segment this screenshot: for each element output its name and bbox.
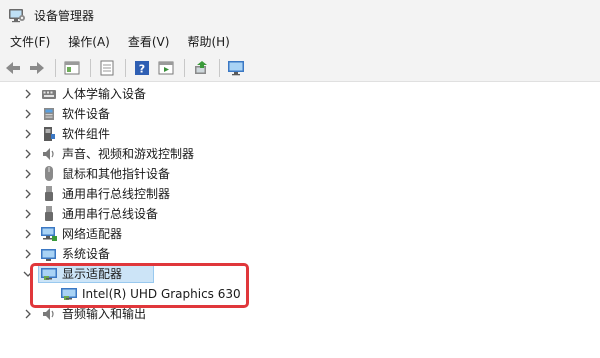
title-bar: 设备管理器 — [0, 0, 600, 30]
hid-icon — [40, 85, 58, 103]
properties-icon[interactable] — [96, 57, 118, 79]
device-tree: 人体学输入设备 软件设备 软件组件 声音、视频和游戏控制器 鼠标和其他指针设备 … — [0, 82, 600, 358]
toolbar-separator — [55, 58, 56, 77]
tree-item-network-adapters[interactable]: 网络适配器 — [0, 224, 600, 244]
usb-icon — [40, 185, 58, 203]
software-device-icon — [40, 105, 58, 123]
chevron-right-icon[interactable] — [22, 144, 34, 164]
toolbar-separator — [125, 58, 126, 77]
chevron-right-icon[interactable] — [22, 204, 34, 224]
chevron-right-icon[interactable] — [22, 104, 34, 124]
chevron-right-icon[interactable] — [22, 84, 34, 104]
chevron-right-icon[interactable] — [22, 164, 34, 184]
toolbar-separator — [219, 58, 220, 77]
speaker-icon — [40, 145, 58, 163]
device-manager-icon — [8, 7, 26, 23]
tree-item-label: 软件设备 — [62, 107, 111, 121]
monitor-scan-icon[interactable] — [225, 57, 247, 79]
chevron-right-icon[interactable] — [22, 244, 34, 264]
tree-item-label: 鼠标和其他指针设备 — [62, 167, 171, 181]
help-icon[interactable]: ? — [131, 57, 153, 79]
tree-item-label: 软件组件 — [62, 127, 111, 141]
tree-item-software-components[interactable]: 软件组件 — [0, 124, 600, 144]
tree-item-label: 人体学输入设备 — [62, 87, 147, 101]
network-icon — [40, 225, 58, 243]
menu-view[interactable]: 查看(V) — [122, 30, 176, 54]
software-component-icon — [40, 125, 58, 143]
tree-item-label: 网络适配器 — [62, 227, 123, 241]
show-hide-tree-icon[interactable] — [61, 57, 83, 79]
toolbar-separator — [90, 58, 91, 77]
update-driver-icon[interactable] — [190, 57, 212, 79]
tree-item-label: 通用串行总线设备 — [62, 207, 159, 221]
tree-item-usb-devices[interactable]: 通用串行总线设备 — [0, 204, 600, 224]
chevron-right-icon[interactable] — [22, 184, 34, 204]
tree-item-software-devices[interactable]: 软件设备 — [0, 104, 600, 124]
tree-item-label: 系统设备 — [62, 247, 111, 261]
svg-text:?: ? — [139, 62, 145, 75]
tree-item-mice[interactable]: 鼠标和其他指针设备 — [0, 164, 600, 184]
back-arrow-icon[interactable] — [2, 57, 24, 79]
mouse-icon — [40, 165, 58, 183]
tree-item-label: 声音、视频和游戏控制器 — [62, 147, 195, 161]
system-folder-icon — [40, 245, 58, 263]
menu-action[interactable]: 操作(A) — [62, 30, 116, 54]
menu-help[interactable]: 帮助(H) — [181, 30, 235, 54]
run-icon[interactable] — [155, 57, 177, 79]
window-title: 设备管理器 — [34, 8, 95, 23]
chevron-right-icon[interactable] — [22, 124, 34, 144]
tree-item-sound-video-game[interactable]: 声音、视频和游戏控制器 — [0, 144, 600, 164]
annotation-highlight-box — [30, 263, 249, 308]
tree-item-usb-controllers[interactable]: 通用串行总线控制器 — [0, 184, 600, 204]
tree-item-label: 通用串行总线控制器 — [62, 187, 171, 201]
toolbar-separator — [184, 58, 185, 77]
toolbar: ? — [0, 54, 600, 82]
chevron-right-icon[interactable] — [22, 224, 34, 244]
tree-item-system-devices[interactable]: 系统设备 — [0, 244, 600, 264]
tree-item-hid[interactable]: 人体学输入设备 — [0, 84, 600, 104]
menu-bar: 文件(F) 操作(A) 查看(V) 帮助(H) — [0, 30, 600, 54]
forward-arrow-icon[interactable] — [26, 57, 48, 79]
menu-file[interactable]: 文件(F) — [4, 30, 56, 54]
usb-icon — [40, 205, 58, 223]
